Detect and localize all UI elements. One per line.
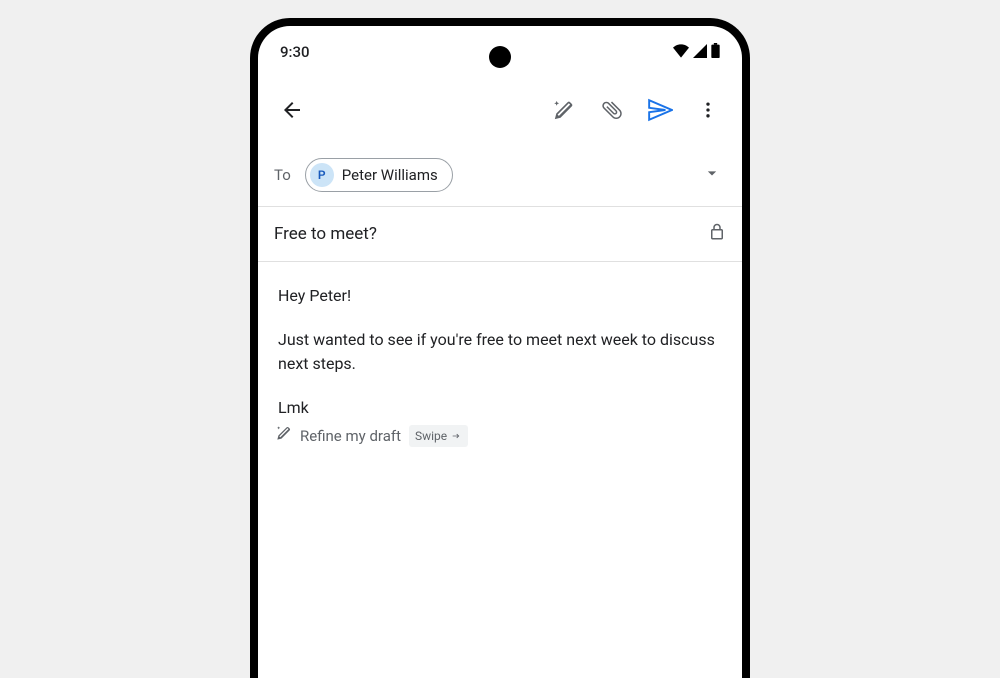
swipe-label: Swipe [415,427,447,445]
body-greeting: Hey Peter! [278,284,722,308]
toolbar [258,72,742,148]
lock-icon [708,223,726,245]
body-paragraph: Just wanted to see if you're free to mee… [278,328,722,376]
recipient-name: Peter Williams [342,166,438,184]
status-bar: 9:30 [258,26,742,72]
status-icons [673,43,720,62]
expand-recipients-button[interactable] [698,159,726,191]
attachment-icon [600,98,624,122]
magic-write-button[interactable] [550,96,578,124]
attach-button[interactable] [598,96,626,124]
send-button[interactable] [646,96,674,124]
more-vert-icon [698,100,718,120]
send-icon [647,97,673,123]
swipe-badge: Swipe [409,425,468,447]
subject-input[interactable]: Free to meet? [274,224,708,244]
recipient-avatar: P [310,163,334,187]
to-label: To [274,166,291,184]
refine-draft-row[interactable]: Refine my draft Swipe [276,424,722,448]
to-field-row: To P Peter Williams [258,148,742,207]
wifi-icon [673,43,689,62]
arrow-back-icon [280,98,304,122]
status-time: 9:30 [280,43,310,61]
recipient-chip[interactable]: P Peter Williams [305,158,453,192]
back-button[interactable] [272,90,312,130]
magic-pencil-small-icon [276,424,292,448]
battery-icon [711,43,720,62]
arrow-right-icon [450,431,462,441]
phone-frame: 9:30 [250,18,750,678]
chevron-down-icon [702,163,722,183]
magic-pencil-icon [553,99,575,121]
cellular-icon [693,43,707,62]
more-button[interactable] [694,96,722,124]
body-closing: Lmk [278,396,722,420]
refine-draft-label: Refine my draft [300,425,401,448]
email-body[interactable]: Hey Peter! Just wanted to see if you're … [258,262,742,470]
subject-row[interactable]: Free to meet? [258,207,742,262]
